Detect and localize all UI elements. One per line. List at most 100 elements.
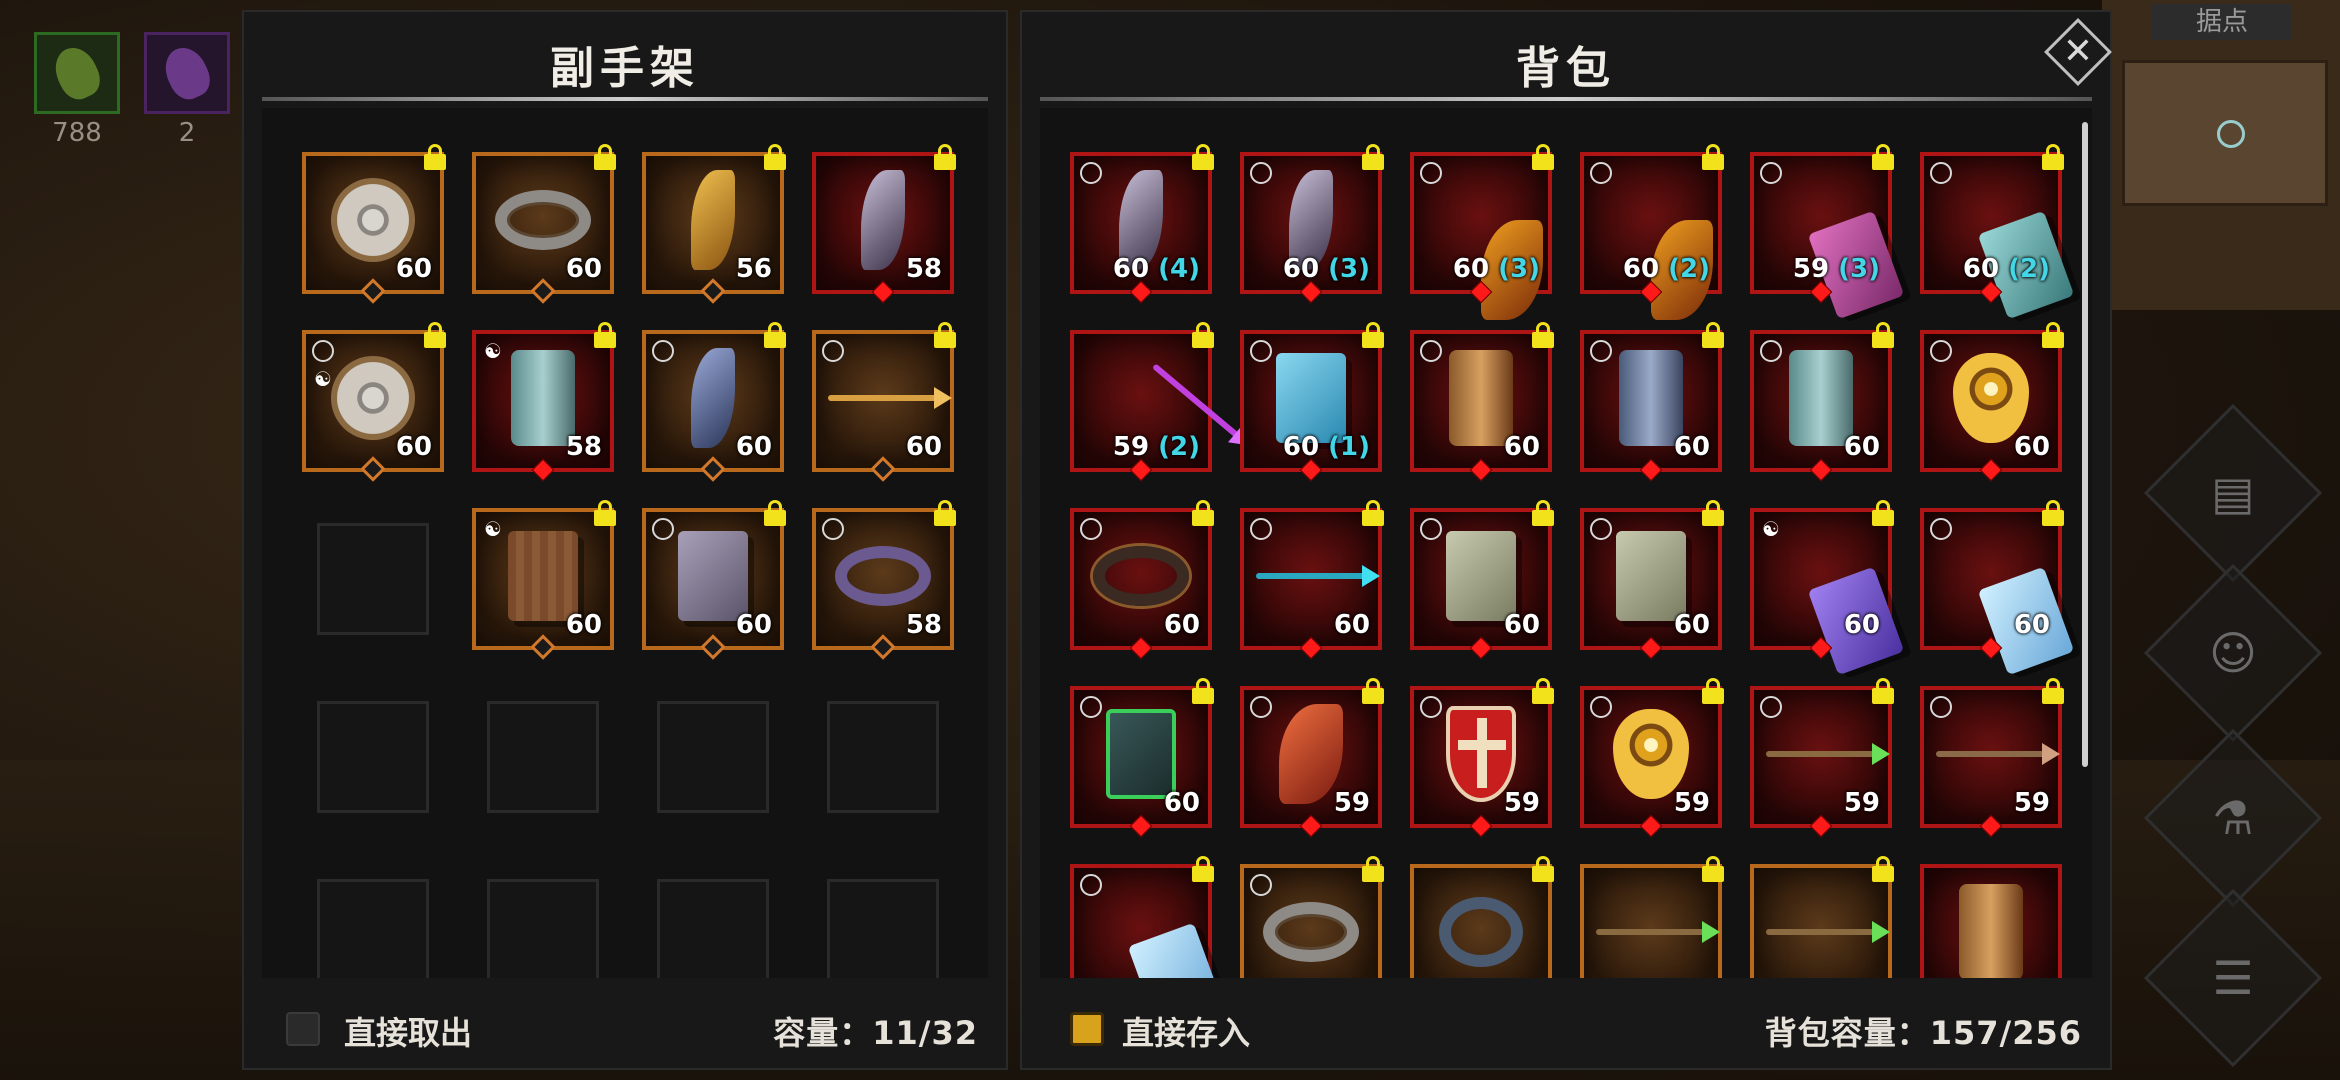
empty-slot[interactable] [317, 701, 429, 813]
select-circle-icon[interactable] [1250, 162, 1272, 184]
select-circle-icon[interactable] [1760, 162, 1782, 184]
item-slot[interactable]: 60 [1580, 500, 1724, 660]
item-slot[interactable]: 60 [1070, 500, 1214, 660]
item-slot[interactable]: ☯ 58 [472, 322, 616, 482]
select-circle-icon[interactable] [1590, 340, 1612, 362]
item-slot[interactable]: 60 (3) [1240, 144, 1384, 304]
item-slot[interactable]: 59 [1920, 678, 2064, 838]
take-out-checkbox[interactable] [286, 1012, 320, 1046]
select-circle-icon[interactable] [1930, 162, 1952, 184]
hud-item-slot-green[interactable] [34, 32, 120, 114]
select-circle-icon[interactable] [1930, 518, 1952, 540]
lock-body [1702, 510, 1724, 526]
backpack-grid[interactable]: 60 (4) 60 (3) 60 (3) 60 (2) 59 (3) 60 (2) 59 (… [1040, 108, 2092, 978]
item-slot[interactable]: 60 [472, 144, 616, 304]
lock-body [1532, 688, 1554, 704]
item-slot[interactable]: 56 [642, 144, 786, 304]
item-slot[interactable]: 60 [1580, 322, 1724, 482]
item-slot[interactable]: 59 (3) [1750, 144, 1905, 320]
item-slot[interactable] [1750, 856, 1894, 978]
empty-slot[interactable] [657, 879, 769, 978]
select-circle-icon[interactable] [1590, 696, 1612, 718]
select-circle-icon[interactable] [1080, 874, 1102, 896]
item-slot[interactable]: 60 [1070, 678, 1214, 838]
empty-slot[interactable] [827, 879, 939, 978]
select-circle-icon[interactable] [652, 518, 674, 540]
select-circle-icon[interactable] [1590, 162, 1612, 184]
item-slot[interactable]: 60 [1410, 500, 1554, 660]
select-circle-icon[interactable] [1250, 696, 1272, 718]
yin-yang-icon: ☯ [484, 339, 502, 363]
item-slot[interactable]: ☯ 60 [472, 500, 616, 660]
minimap-title: 据点 [2152, 4, 2292, 40]
bronze-bracer-icon [1959, 884, 2023, 978]
item-slot[interactable] [1410, 856, 1554, 978]
select-circle-icon[interactable] [1420, 696, 1442, 718]
empty-slot[interactable] [657, 701, 769, 813]
select-circle-icon[interactable] [1420, 162, 1442, 184]
item-stack-count: (1) [1319, 432, 1370, 462]
select-circle-icon[interactable] [1250, 518, 1272, 540]
select-circle-icon[interactable] [1930, 696, 1952, 718]
lock-body [934, 332, 956, 348]
item-slot[interactable]: 59 [1240, 678, 1384, 838]
minimap[interactable]: 据点 [2100, 0, 2340, 310]
item-slot[interactable]: 58 [812, 500, 956, 660]
select-circle-icon[interactable] [822, 340, 844, 362]
backpack-scrollbar[interactable] [2082, 122, 2088, 767]
select-circle-icon[interactable] [1250, 340, 1272, 362]
item-slot[interactable]: 60 [1240, 500, 1384, 660]
item-slot[interactable]: 60 [302, 144, 446, 304]
item-slot[interactable]: 60 [812, 322, 956, 482]
take-out-label[interactable]: 直接取出 [344, 1008, 472, 1054]
item-slot[interactable]: ☯ 60 [1750, 500, 1905, 676]
select-circle-icon[interactable] [1080, 696, 1102, 718]
item-slot[interactable]: 60 [642, 500, 786, 660]
item-slot[interactable]: 60 (1) [1240, 322, 1384, 482]
item-slot[interactable]: 60 [1920, 322, 2064, 482]
select-circle-icon[interactable] [1250, 874, 1272, 896]
select-circle-icon[interactable] [1080, 518, 1102, 540]
offhand-grid[interactable]: 60 60 56 58 ☯ 60 ☯ 58 60 60 ☯ 60 60 58 [262, 108, 988, 978]
scrollbar-thumb[interactable] [2082, 122, 2088, 767]
item-slot[interactable]: 59 [1580, 678, 1724, 838]
item-slot[interactable]: 59 [1750, 678, 1894, 838]
item-slot[interactable] [1070, 856, 1225, 978]
select-circle-icon[interactable] [822, 518, 844, 540]
item-slot[interactable]: 58 [812, 144, 956, 304]
item-slot[interactable]: 60 [1920, 500, 2075, 676]
select-circle-icon[interactable] [1420, 340, 1442, 362]
store-checkbox[interactable] [1070, 1012, 1104, 1046]
item-slot[interactable]: 60 (4) [1070, 144, 1214, 304]
lock-body [1702, 688, 1724, 704]
empty-slot[interactable] [317, 523, 429, 635]
item-slot[interactable]: 59 [1410, 678, 1554, 838]
select-circle-icon[interactable] [1080, 162, 1102, 184]
item-slot[interactable]: 60 [1750, 322, 1894, 482]
item-slot[interactable]: 60 (2) [1920, 144, 2075, 320]
item-slot[interactable] [1240, 856, 1384, 978]
select-circle-icon[interactable] [1420, 518, 1442, 540]
empty-slot[interactable] [827, 701, 939, 813]
quality-gem-icon [1469, 814, 1493, 838]
item-level-value: 60 [1282, 432, 1320, 462]
select-circle-icon[interactable] [1760, 340, 1782, 362]
select-circle-icon[interactable] [1760, 696, 1782, 718]
select-circle-icon[interactable] [312, 340, 334, 362]
empty-slot[interactable] [487, 701, 599, 813]
select-circle-icon[interactable] [652, 340, 674, 362]
item-slot[interactable] [1920, 864, 2062, 978]
item-slot[interactable]: 60 (2) [1580, 144, 1724, 321]
store-label[interactable]: 直接存入 [1122, 1008, 1250, 1054]
empty-slot[interactable] [317, 879, 429, 978]
item-slot[interactable]: 59 (2) [1070, 322, 1241, 482]
item-slot[interactable] [1580, 856, 1724, 978]
empty-slot[interactable] [487, 879, 599, 978]
item-slot[interactable]: 60 [642, 322, 786, 482]
item-slot[interactable]: 60 [1410, 322, 1554, 482]
item-slot[interactable]: ☯ 60 [302, 322, 446, 482]
item-slot[interactable]: 60 (3) [1410, 144, 1554, 321]
select-circle-icon[interactable] [1590, 518, 1612, 540]
select-circle-icon[interactable] [1930, 340, 1952, 362]
hud-item-slot-purple[interactable] [144, 32, 230, 114]
